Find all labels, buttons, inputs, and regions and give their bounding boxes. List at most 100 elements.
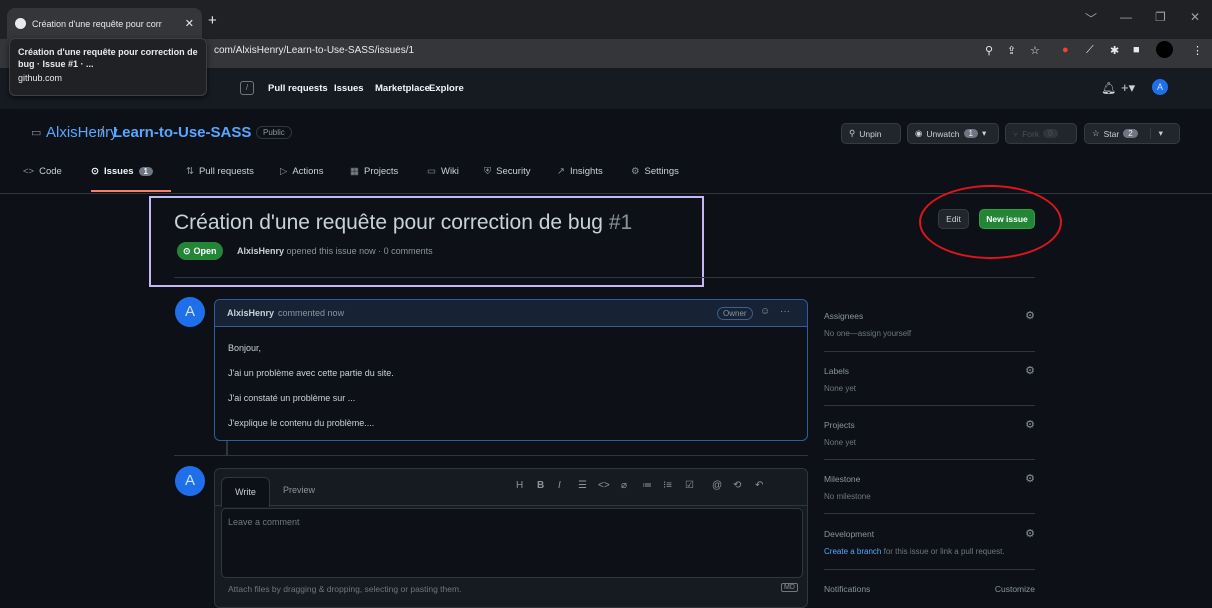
- customize-link[interactable]: Customize: [995, 584, 1035, 594]
- github-icon: [15, 18, 26, 29]
- dev-hint-text: for this issue or link a pull request.: [883, 547, 1005, 556]
- sidebar-assignees[interactable]: Assignees No one—assign yourself ⚙: [824, 309, 1035, 338]
- current-user-avatar[interactable]: A: [175, 466, 205, 496]
- puzzle-icon[interactable]: ✱: [1110, 44, 1119, 57]
- zoom-icon[interactable]: ⚲: [985, 44, 993, 57]
- sidebar-heading: Projects: [824, 420, 855, 430]
- nav-explore[interactable]: Explore: [429, 83, 464, 94]
- kebab-menu-icon[interactable]: ···: [780, 306, 790, 317]
- close-tab-icon[interactable]: ✕: [185, 17, 194, 30]
- italic-icon[interactable]: I: [558, 480, 561, 491]
- share-icon[interactable]: ⇪: [1007, 44, 1016, 57]
- bold-icon[interactable]: B: [537, 480, 544, 491]
- gear-icon[interactable]: ⚙: [1025, 527, 1035, 540]
- tab-wiki[interactable]: ▭ Wiki: [427, 166, 459, 177]
- comment-author-avatar[interactable]: A: [175, 297, 205, 327]
- active-tab-underline: [91, 190, 171, 192]
- gear-icon[interactable]: ⚙: [1025, 309, 1035, 322]
- nav-marketplace[interactable]: Marketplace: [375, 83, 430, 94]
- browser-tab[interactable]: Création d'une requête pour corr ✕: [7, 8, 202, 39]
- extension-pen-icon[interactable]: ⟋: [1086, 44, 1094, 57]
- star-count: 2: [1123, 129, 1138, 138]
- close-window-button[interactable]: ✕: [1190, 10, 1200, 24]
- issue-opened-icon: ⊙: [91, 166, 99, 177]
- graph-icon: ↗: [557, 166, 565, 177]
- unpin-button[interactable]: ⚲ Unpin: [841, 123, 901, 144]
- heading-icon[interactable]: H: [516, 480, 523, 491]
- header-divider: [174, 277, 1035, 278]
- comment-textarea[interactable]: [221, 508, 803, 578]
- smiley-icon[interactable]: ☺: [760, 306, 770, 317]
- sidebar-divider: [824, 351, 1035, 352]
- tab-security[interactable]: ⛨ Security: [484, 166, 530, 177]
- code-icon[interactable]: <>: [598, 480, 610, 491]
- reply-icon[interactable]: ↶: [755, 480, 763, 491]
- sidebar-value: None yet: [824, 438, 857, 447]
- sidebar-value: Create a branch for this issue or link a…: [824, 547, 1035, 556]
- create-branch-link[interactable]: Create a branch: [824, 547, 881, 556]
- tab-issues[interactable]: ⊙ Issues 1: [91, 166, 153, 177]
- quote-icon[interactable]: ☰: [578, 480, 587, 491]
- visibility-badge: Public: [256, 126, 292, 139]
- comment-time[interactable]: commented now: [278, 308, 344, 318]
- extension-icon[interactable]: ●: [1062, 44, 1069, 56]
- comment-line: J'explique le contenu du problème....: [228, 418, 375, 428]
- tab-insights[interactable]: ↗ Insights: [557, 166, 603, 177]
- nav-issues[interactable]: Issues: [334, 83, 364, 94]
- sidebar-notifications: Notifications Customize: [824, 584, 1035, 595]
- tab-projects[interactable]: ▦ Projects: [350, 166, 398, 177]
- repo-separator: /: [100, 124, 105, 141]
- tab-preview[interactable]: Preview: [283, 485, 315, 495]
- tab-pull-requests[interactable]: ⇅ Pull requests: [186, 166, 254, 177]
- user-avatar[interactable]: A: [1152, 79, 1168, 95]
- repo-owner-link[interactable]: AlxisHenry: [46, 124, 118, 141]
- sidebar-divider: [824, 513, 1035, 514]
- tab-actions[interactable]: ▷ Actions: [280, 166, 323, 177]
- eye-icon: ◉: [915, 128, 923, 138]
- bullet-list-icon[interactable]: ≔: [642, 480, 652, 491]
- url-text[interactable]: com/AlxisHenry/Learn-to-Use-SASS/issues/…: [214, 45, 414, 56]
- comment-editor: Write Preview H B I ☰ <> ⌀ ≔ ⁝≡ ☑ @ ⟲ ↶ …: [214, 468, 808, 608]
- tab-write[interactable]: Write: [221, 477, 270, 507]
- mention-icon[interactable]: @: [712, 480, 722, 491]
- unpin-label: Unpin: [859, 128, 882, 139]
- tab-code-label: Code: [39, 166, 62, 177]
- maximize-button[interactable]: ❐: [1155, 10, 1166, 24]
- comment-author-link[interactable]: AlxisHenry: [227, 308, 274, 318]
- plus-menu-icon[interactable]: +▾: [1121, 80, 1135, 96]
- link-icon[interactable]: ⌀: [621, 480, 627, 491]
- editor-tabs: Write Preview H B I ☰ <> ⌀ ≔ ⁝≡ ☑ @ ⟲ ↶: [215, 469, 807, 507]
- gear-icon[interactable]: ⚙: [1025, 364, 1035, 377]
- sidebar-development[interactable]: Development Create a branch for this iss…: [824, 527, 1035, 556]
- tab-settings[interactable]: ⚙ Settings: [631, 166, 679, 177]
- gear-icon[interactable]: ⚙: [1025, 472, 1035, 485]
- tab-code[interactable]: <> Code: [23, 166, 62, 177]
- task-list-icon[interactable]: ☑: [685, 480, 694, 491]
- sidebar-labels[interactable]: Labels None yet ⚙: [824, 364, 1035, 393]
- nav-pull-requests[interactable]: Pull requests: [268, 83, 328, 94]
- star-button[interactable]: ☆ Star 2 ▾: [1084, 123, 1180, 144]
- gear-icon[interactable]: ⚙: [1025, 418, 1035, 431]
- profile-icon[interactable]: [1156, 41, 1173, 58]
- minimize-button[interactable]: —: [1120, 10, 1132, 24]
- tab-search-icon[interactable]: ﹀: [1085, 10, 1097, 27]
- star-icon: ☆: [1092, 128, 1100, 138]
- unwatch-button[interactable]: ◉ Unwatch 1 ▾: [907, 123, 999, 144]
- bell-icon[interactable]: 🔔︎: [1101, 81, 1116, 95]
- fork-count: 0: [1043, 129, 1058, 138]
- repo-name-link[interactable]: Learn-to-Use-SASS: [113, 124, 251, 141]
- bookmark-star-icon[interactable]: ☆: [1030, 44, 1040, 57]
- sidepanel-icon[interactable]: ■: [1133, 44, 1140, 56]
- new-tab-button[interactable]: +: [208, 12, 217, 29]
- sidebar-value[interactable]: No one—assign yourself: [824, 329, 1035, 338]
- pull-request-icon: ⇅: [186, 166, 194, 177]
- cross-reference-icon[interactable]: ⟲: [733, 480, 741, 491]
- numbered-list-icon[interactable]: ⁝≡: [663, 480, 672, 491]
- sidebar-milestone[interactable]: Milestone No milestone ⚙: [824, 472, 1035, 501]
- attach-files-hint[interactable]: Attach files by dragging & dropping, sel…: [228, 584, 461, 594]
- fork-button[interactable]: ⑂ Fork 0: [1005, 123, 1077, 144]
- sidebar-heading: Notifications: [824, 584, 871, 594]
- shield-icon: ⛨: [484, 166, 492, 177]
- menu-icon[interactable]: ⋮: [1192, 44, 1203, 57]
- sidebar-projects[interactable]: Projects None yet ⚙: [824, 418, 1035, 447]
